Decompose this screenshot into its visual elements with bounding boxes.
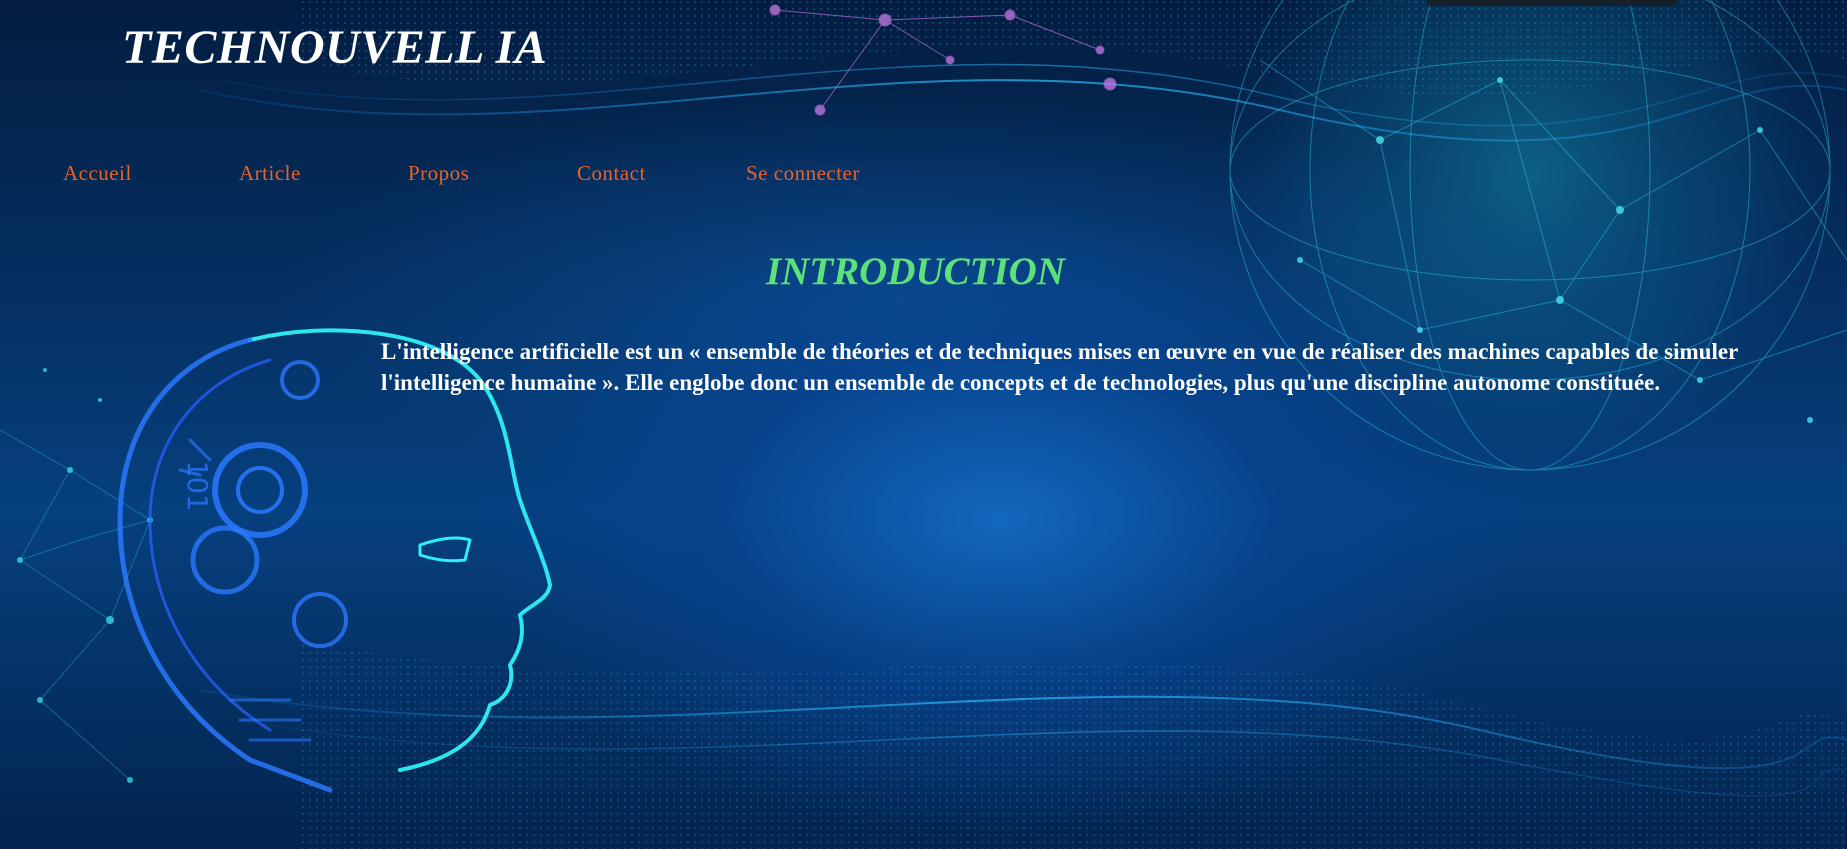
svg-text:1O1: 1O1 <box>181 460 214 511</box>
nav-link-propos[interactable]: Propos <box>408 158 577 188</box>
page: 1O1 TECHNOUVELL IA Accueil Article Propo… <box>0 0 1847 849</box>
nav-link-se-connecter[interactable]: Se connecter <box>746 158 896 188</box>
section-title: INTRODUCTION <box>766 250 1066 293</box>
nav-link-accueil[interactable]: Accueil <box>63 158 239 188</box>
intro-paragraph: L'intelligence artificielle est un « ens… <box>381 339 1738 395</box>
site-title: TECHNOUVELL IA <box>122 21 548 74</box>
main-nav: Accueil Article Propos Contact Se connec… <box>63 158 896 188</box>
ai-background-illustration: 1O1 <box>0 0 1847 849</box>
top-strip <box>1427 0 1677 6</box>
nav-link-contact[interactable]: Contact <box>577 158 746 188</box>
nav-link-article[interactable]: Article <box>239 158 408 188</box>
